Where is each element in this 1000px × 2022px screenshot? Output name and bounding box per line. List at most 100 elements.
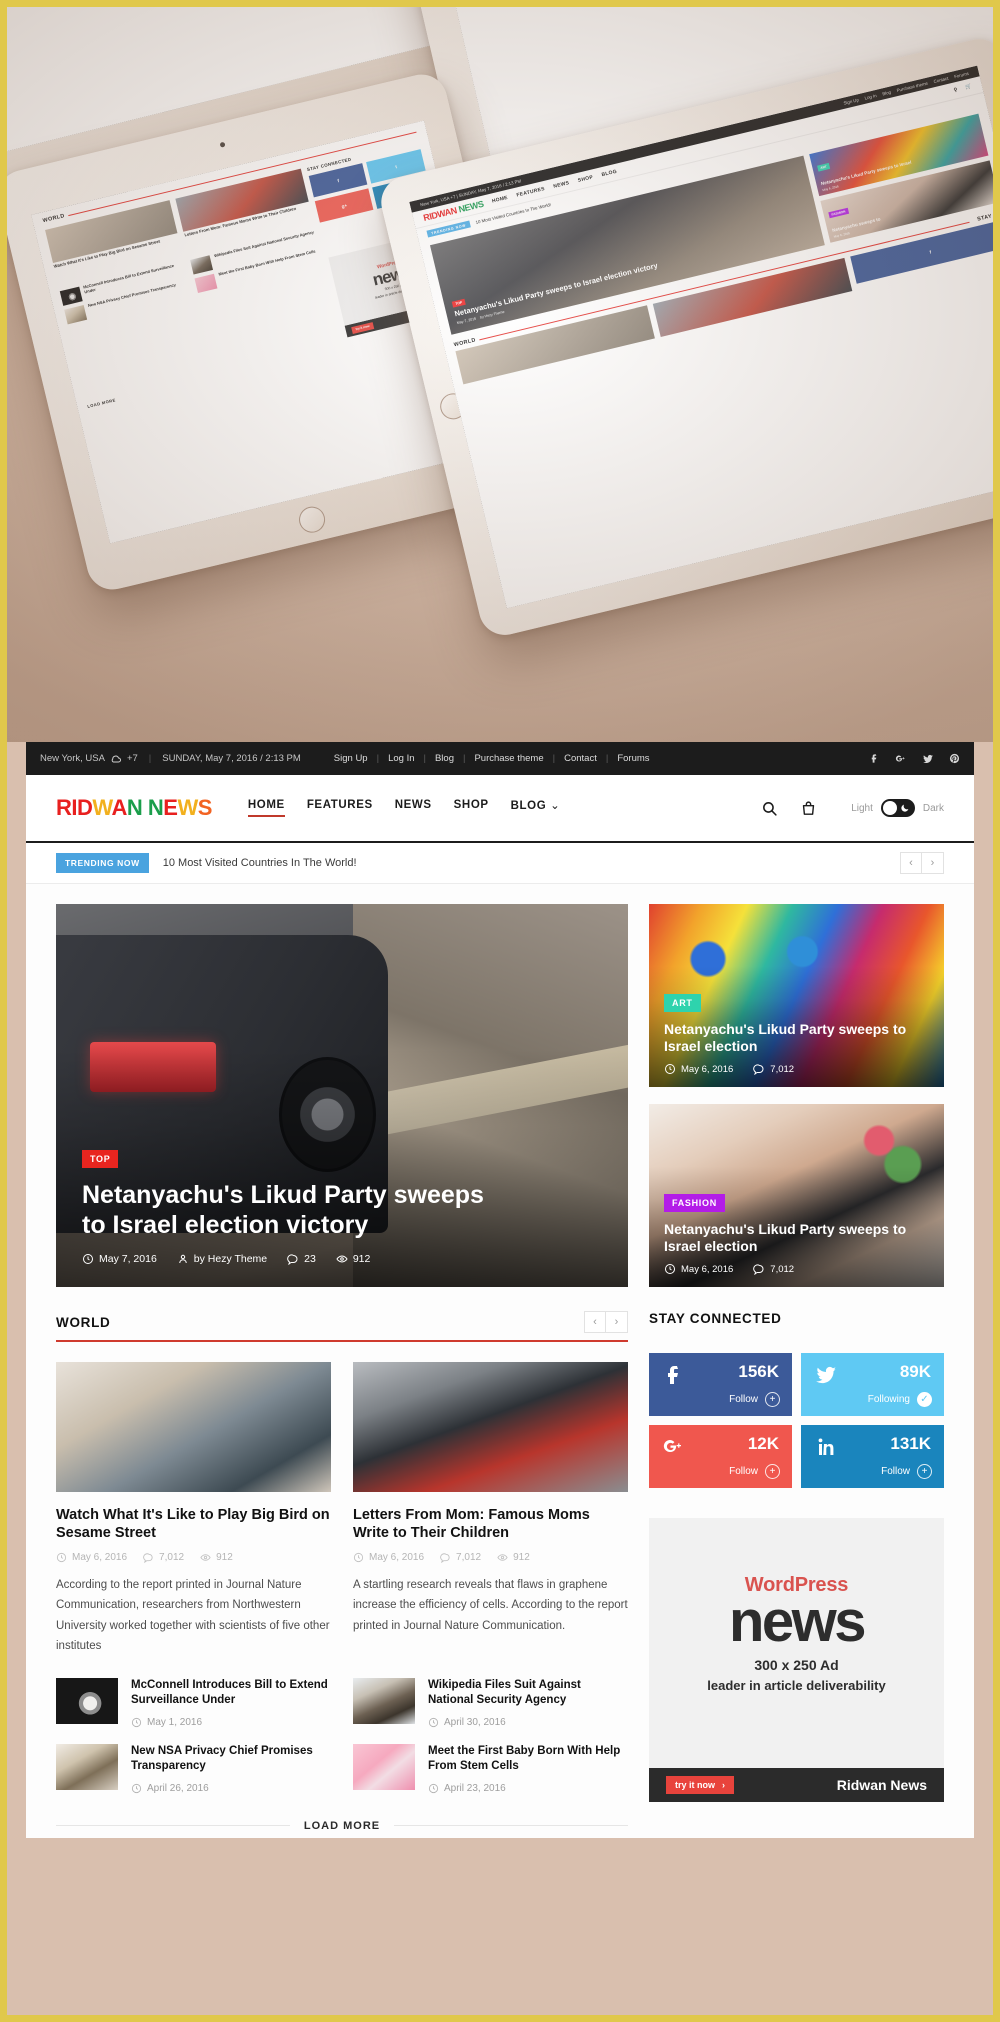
- topbar-social-links: [869, 753, 960, 765]
- side-article-title[interactable]: Netanyachu's Likud Party sweeps to Israe…: [664, 1221, 929, 1255]
- trending-next-button[interactable]: ›: [922, 852, 944, 874]
- clock-icon: [353, 1553, 364, 1563]
- hero-caption: TOP Netanyachu's Likud Party sweeps to I…: [82, 1149, 602, 1265]
- hero-featured-article[interactable]: TOP Netanyachu's Likud Party sweeps to I…: [56, 904, 628, 1287]
- chevron-down-icon: ⌄: [550, 800, 561, 812]
- status-badge[interactable]: TOP: [82, 1150, 119, 1168]
- side-article-fashion[interactable]: FASHION Netanyachu's Likud Party sweeps …: [649, 1104, 944, 1287]
- load-more-button[interactable]: LOAD MORE: [304, 1820, 380, 1832]
- social-box-twitter[interactable]: 89K Following ✓: [801, 1353, 944, 1416]
- category-badge[interactable]: FASHION: [664, 1193, 725, 1212]
- clock-icon: [131, 1717, 142, 1727]
- social-box-linkedin[interactable]: 131K Follow +: [801, 1425, 944, 1488]
- advertisement-banner[interactable]: WordPress news 300 x 250 Ad leader in ar…: [649, 1518, 944, 1768]
- nav-item-blog[interactable]: BLOG ⌄: [511, 798, 561, 818]
- twitter-icon[interactable]: [922, 753, 934, 765]
- list-item-date: April 30, 2016: [428, 1717, 628, 1728]
- world-article-row: Watch What It's Like to Play Big Bird on…: [56, 1362, 628, 1656]
- article-views: 912: [200, 1552, 233, 1563]
- hero-author: by Hezy Theme: [177, 1253, 267, 1265]
- social-box-facebook[interactable]: 156K Follow +: [649, 1353, 792, 1416]
- forums-link[interactable]: Forums: [617, 753, 649, 764]
- contact-link[interactable]: Contact: [564, 753, 597, 764]
- divider: |: [423, 753, 426, 764]
- login-link[interactable]: Log In: [388, 753, 414, 764]
- stay-connected-header: STAY CONNECTED: [649, 1311, 944, 1333]
- signup-link[interactable]: Sign Up: [334, 753, 368, 764]
- trending-headline[interactable]: 10 Most Visited Countries In The World!: [163, 857, 357, 869]
- side-article-title[interactable]: Netanyachu's Likud Party sweeps to Israe…: [664, 1021, 929, 1055]
- list-item-date: May 1, 2016: [131, 1717, 331, 1728]
- blog-link[interactable]: Blog: [435, 753, 454, 764]
- side-comments: 7,012: [753, 1063, 794, 1075]
- world-section-header: WORLD ‹ ›: [56, 1311, 628, 1342]
- pinterest-icon[interactable]: [949, 753, 960, 764]
- ad-brand-label: Ridwan News: [836, 1777, 927, 1793]
- site-logo[interactable]: RIDWAN NEWS: [56, 795, 212, 821]
- comment-icon: [753, 1264, 764, 1275]
- article-meta: May 6, 2016 7,012 912: [56, 1552, 331, 1564]
- nav-item-news[interactable]: NEWS: [395, 799, 432, 817]
- list-item-title[interactable]: Wikipedia Files Suit Against National Se…: [428, 1678, 628, 1708]
- check-icon[interactable]: ✓: [917, 1392, 932, 1407]
- list-item-title[interactable]: New NSA Privacy Chief Promises Transpare…: [131, 1744, 331, 1774]
- temperature-label: +7: [126, 753, 138, 764]
- following-action[interactable]: Following ✓: [868, 1392, 932, 1407]
- plus-icon[interactable]: +: [765, 1464, 780, 1479]
- clock-icon: [428, 1717, 439, 1727]
- hero-date: May 7, 2016: [82, 1253, 157, 1265]
- side-article-art[interactable]: ART Netanyachu's Likud Party sweeps to I…: [649, 904, 944, 1087]
- world-next-button[interactable]: ›: [606, 1311, 628, 1333]
- clock-icon: [665, 1064, 675, 1074]
- list-item-title[interactable]: McConnell Introduces Bill to Extend Surv…: [131, 1678, 331, 1708]
- site-header: RIDWAN NEWS HOME FEATURES NEWS SHOP BLOG…: [26, 775, 974, 843]
- article-title[interactable]: Watch What It's Like to Play Big Bird on…: [56, 1506, 331, 1542]
- list-item[interactable]: Wikipedia Files Suit Against National Se…: [353, 1677, 628, 1728]
- theme-switch[interactable]: [880, 799, 915, 817]
- world-article[interactable]: Watch What It's Like to Play Big Bird on…: [56, 1362, 331, 1656]
- article-date: May 6, 2016: [56, 1552, 127, 1563]
- follow-action[interactable]: Follow +: [729, 1464, 780, 1479]
- google-plus-icon[interactable]: [895, 753, 907, 765]
- theme-toggle[interactable]: Light Dark: [851, 799, 944, 817]
- hero-photo-mockup: Letters From Mom: Famous Moms Write to T…: [7, 7, 993, 742]
- hero-title[interactable]: Netanyachu's Likud Party sweeps to Israe…: [82, 1180, 512, 1240]
- plus-icon[interactable]: +: [917, 1464, 932, 1479]
- follow-action[interactable]: Follow +: [881, 1464, 932, 1479]
- ad-news-label: news: [728, 1589, 867, 1654]
- follower-count: 12K: [747, 1434, 779, 1453]
- hero-meta: May 7, 2016 by Hezy Theme 23 912: [82, 1253, 602, 1265]
- side-date: May 6, 2016: [664, 1063, 733, 1075]
- article-comments: 7,012: [440, 1552, 481, 1564]
- world-prev-button[interactable]: ‹: [584, 1311, 606, 1333]
- follow-label: Follow: [729, 1466, 758, 1477]
- side-caption: ART Netanyachu's Likud Party sweeps to I…: [664, 993, 929, 1075]
- trending-arrows: ‹ ›: [900, 852, 944, 874]
- cart-icon[interactable]: [800, 800, 817, 817]
- article-thumbnail: [56, 1362, 331, 1492]
- list-item[interactable]: Meet the First Baby Born With Help From …: [353, 1743, 628, 1794]
- search-icon[interactable]: [761, 800, 778, 817]
- social-box-googleplus[interactable]: 12K Follow +: [649, 1425, 792, 1488]
- datetime-label: SUNDAY, May 7, 2016 / 2:13 PM: [162, 753, 301, 764]
- try-it-now-button[interactable]: try it now ›: [666, 1776, 734, 1794]
- purchase-theme-link[interactable]: Purchase theme: [474, 753, 543, 764]
- clock-icon: [428, 1783, 439, 1793]
- nav-item-features[interactable]: FEATURES: [307, 799, 373, 817]
- comment-icon: [753, 1064, 764, 1075]
- nav-item-shop[interactable]: SHOP: [454, 799, 489, 817]
- world-arrows: ‹ ›: [584, 1311, 628, 1333]
- follow-action[interactable]: Follow +: [729, 1392, 780, 1407]
- divider: |: [605, 753, 609, 764]
- plus-icon[interactable]: +: [765, 1392, 780, 1407]
- article-title[interactable]: Letters From Mom: Famous Moms Write to T…: [353, 1506, 628, 1542]
- list-item[interactable]: New NSA Privacy Chief Promises Transpare…: [56, 1743, 331, 1794]
- category-badge[interactable]: ART: [664, 993, 701, 1012]
- facebook-icon[interactable]: [869, 753, 880, 764]
- world-article[interactable]: Letters From Mom: Famous Moms Write to T…: [353, 1362, 628, 1656]
- list-item-title[interactable]: Meet the First Baby Born With Help From …: [428, 1744, 628, 1774]
- advertisement-footer: try it now › Ridwan News: [649, 1768, 944, 1802]
- list-item[interactable]: McConnell Introduces Bill to Extend Surv…: [56, 1677, 331, 1728]
- trending-prev-button[interactable]: ‹: [900, 852, 922, 874]
- nav-item-home[interactable]: HOME: [247, 799, 285, 817]
